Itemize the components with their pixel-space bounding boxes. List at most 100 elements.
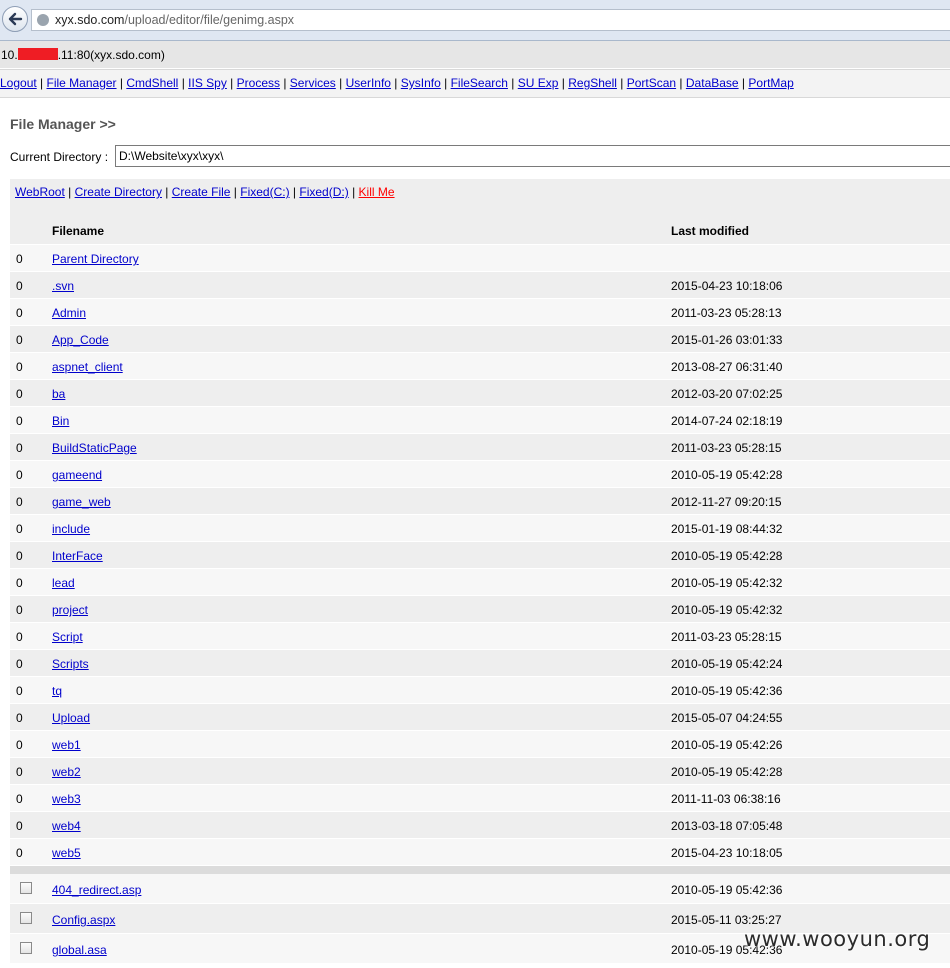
filename-column-header: Filename (52, 224, 105, 238)
action-separator: | (161, 185, 172, 199)
directory-row: 0 Admin 2011-03-23 05:28:13 (10, 299, 950, 326)
last-modified: 2010-05-19 05:42:36 (671, 684, 783, 698)
globe-icon (37, 14, 49, 26)
directory-link[interactable]: Admin (52, 306, 86, 320)
directory-link[interactable]: Bin (52, 414, 69, 428)
action-link-fixed-d[interactable]: Fixed(D:) (299, 185, 348, 199)
last-modified: 2011-03-23 05:28:15 (671, 441, 782, 455)
directory-link[interactable]: App_Code (52, 333, 109, 347)
directory-link[interactable]: .svn (52, 279, 74, 293)
menu-separator: | (178, 76, 189, 90)
row-number: 0 (16, 684, 23, 698)
browser-toolbar: xyx.sdo.com/upload/editor/file/genimg.as… (0, 0, 950, 41)
address-bar[interactable]: xyx.sdo.com/upload/editor/file/genimg.as… (31, 9, 950, 31)
file-link[interactable]: global.asa (52, 943, 107, 957)
current-directory-input[interactable] (115, 145, 950, 167)
directory-row: 0 tq 2010-05-19 05:42:36 (10, 677, 950, 704)
menu-link-database[interactable]: DataBase (686, 76, 739, 90)
menu-separator: | (390, 76, 401, 90)
menu-separator: | (335, 76, 346, 90)
menu-link-portscan[interactable]: PortScan (627, 76, 676, 90)
menu-separator: | (440, 76, 451, 90)
menu-link-filesearch[interactable]: FileSearch (451, 76, 508, 90)
row-number: 0 (16, 252, 23, 266)
menu-link-process[interactable]: Process (237, 76, 280, 90)
menu-link-portmap[interactable]: PortMap (748, 76, 793, 90)
back-button[interactable] (2, 6, 28, 32)
directory-link[interactable]: lead (52, 576, 75, 590)
directory-link[interactable]: game_web (52, 495, 111, 509)
directory-link[interactable]: aspnet_client (52, 360, 123, 374)
file-link[interactable]: 404_redirect.asp (52, 883, 141, 897)
row-number: 0 (16, 819, 23, 833)
directory-link[interactable]: web3 (52, 792, 81, 806)
menu-link-logout[interactable]: Logout (0, 76, 37, 90)
directory-row: 0 Scripts 2010-05-19 05:42:24 (10, 650, 950, 677)
directory-link[interactable]: BuildStaticPage (52, 441, 137, 455)
directory-link[interactable]: tq (52, 684, 62, 698)
directory-link[interactable]: Upload (52, 711, 90, 725)
menu-separator: | (558, 76, 569, 90)
last-modified: 2013-08-27 06:31:40 (671, 360, 783, 374)
action-link-fixed-c[interactable]: Fixed(C:) (240, 185, 289, 199)
last-modified: 2012-03-20 07:02:25 (671, 387, 783, 401)
file-table: Filename Last modified 0 Parent Directory… (10, 217, 950, 964)
url-text: xyx.sdo.com/upload/editor/file/genimg.as… (55, 13, 295, 27)
menu-link-iis-spy[interactable]: IIS Spy (188, 76, 227, 90)
file-checkbox[interactable] (20, 912, 32, 924)
last-modified: 2012-11-27 09:20:15 (671, 495, 782, 509)
directory-row: 0 web4 2013-03-18 07:05:48 (10, 812, 950, 839)
file-checkbox[interactable] (20, 942, 32, 954)
last-modified: 2011-11-03 06:38:16 (671, 792, 781, 806)
directory-link[interactable]: include (52, 522, 90, 536)
directory-row: 0 Parent Directory (10, 245, 950, 272)
table-header: Filename Last modified (10, 217, 950, 245)
action-link-create-directory[interactable]: Create Directory (75, 185, 162, 199)
action-link-create-file[interactable]: Create File (172, 185, 231, 199)
menu-separator: | (676, 76, 686, 90)
menu-link-regshell[interactable]: RegShell (568, 76, 617, 90)
last-modified-column-header: Last modified (671, 224, 750, 238)
action-link-webroot[interactable]: WebRoot (15, 185, 65, 199)
menu-separator: | (616, 76, 627, 90)
last-modified: 2010-05-19 05:42:32 (671, 603, 783, 617)
directory-link[interactable]: InterFace (52, 549, 103, 563)
last-modified: 2015-04-23 10:18:06 (671, 279, 783, 293)
directory-link[interactable]: Scripts (52, 657, 89, 671)
last-modified: 2010-05-19 05:42:28 (671, 549, 783, 563)
menu-link-services[interactable]: Services (290, 76, 336, 90)
directory-link[interactable]: web5 (52, 846, 81, 860)
directory-link[interactable]: web2 (52, 765, 81, 779)
current-directory-label: Current Directory : (10, 150, 109, 164)
file-checkbox[interactable] (20, 882, 32, 894)
file-link[interactable]: Config.aspx (52, 913, 115, 927)
row-number: 0 (16, 765, 23, 779)
menu-link-sysinfo[interactable]: SysInfo (401, 76, 441, 90)
directory-link[interactable]: Script (52, 630, 83, 644)
directory-row: 0 aspnet_client 2013-08-27 06:31:40 (10, 353, 950, 380)
directory-link[interactable]: web1 (52, 738, 81, 752)
action-separator: | (289, 185, 300, 199)
menu-link-file-manager[interactable]: File Manager (47, 76, 117, 90)
directory-link[interactable]: web4 (52, 819, 81, 833)
directory-link[interactable]: ba (52, 387, 65, 401)
menu-separator: | (280, 76, 290, 90)
kill-me-link[interactable]: Kill Me (359, 185, 395, 199)
directory-link[interactable]: gameend (52, 468, 102, 482)
menu-link-cmdshell[interactable]: CmdShell (126, 76, 178, 90)
menu-link-userinfo[interactable]: UserInfo (346, 76, 391, 90)
menu-link-su-exp[interactable]: SU Exp (518, 76, 559, 90)
directory-row: 0 lead 2010-05-19 05:42:32 (10, 569, 950, 596)
row-number: 0 (16, 468, 23, 482)
directory-actions-bar: WebRoot | Create Directory | Create File… (10, 179, 950, 217)
directory-link[interactable]: Parent Directory (52, 252, 139, 266)
directory-row: 0 BuildStaticPage 2011-03-23 05:28:15 (10, 434, 950, 461)
row-number: 0 (16, 306, 23, 320)
row-number: 0 (16, 630, 23, 644)
directory-row: 0 gameend 2010-05-19 05:42:28 (10, 461, 950, 488)
directory-link[interactable]: project (52, 603, 88, 617)
last-modified: 2015-05-11 03:25:27 (671, 913, 782, 927)
directory-row: 0 .svn 2015-04-23 10:18:06 (10, 272, 950, 299)
last-modified: 2011-03-23 05:28:13 (671, 306, 782, 320)
last-modified: 2015-01-26 03:01:33 (671, 333, 783, 347)
